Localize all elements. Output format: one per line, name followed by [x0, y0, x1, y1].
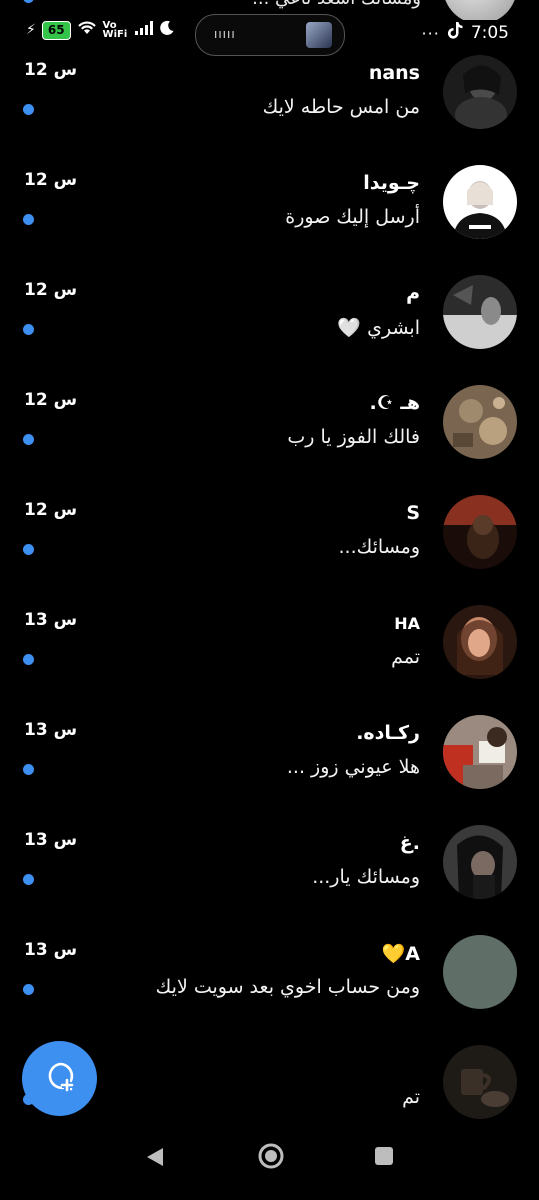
contact-name: ركـاده.	[356, 722, 420, 744]
message-time: 12 س	[24, 280, 78, 300]
contact-name: A💛	[381, 943, 420, 965]
status-right: ··· 7:05	[422, 22, 509, 44]
home-circle-icon[interactable]	[257, 1142, 285, 1174]
avatar	[443, 605, 517, 679]
message-time: 13 س	[24, 610, 78, 630]
message-preview: فالك الفوز يا رب	[287, 426, 420, 448]
message-preview: من امس حاطه لايك	[262, 96, 420, 118]
message-preview: تمم	[391, 646, 420, 668]
message-preview: ومسائك...	[338, 536, 420, 558]
unread-dot	[23, 874, 34, 885]
unread-dot	[23, 0, 34, 3]
avatar	[443, 165, 517, 239]
tiktok-icon	[447, 22, 463, 44]
contact-name: S	[406, 502, 420, 524]
wifi-icon	[77, 20, 97, 40]
audio-bars-icon: ııııı	[214, 27, 236, 41]
clock-time: 7:05	[470, 23, 509, 43]
unread-dot	[23, 984, 34, 995]
avatar	[443, 55, 517, 129]
system-navigation-bar	[0, 1136, 539, 1200]
unread-dot	[23, 104, 34, 115]
avatar	[443, 935, 517, 1009]
message-preview: تم	[402, 1086, 420, 1108]
vowifi-label: Vo WiFi	[102, 20, 128, 40]
message-preview: ابشري 🤍	[337, 317, 420, 339]
unread-dot	[23, 324, 34, 335]
message-time: 13 س	[24, 720, 78, 740]
unread-dot	[23, 544, 34, 555]
message-time: 12 س	[24, 170, 78, 190]
recent-square-icon[interactable]	[373, 1145, 395, 1171]
contact-name: nans	[368, 62, 420, 84]
signal-icon	[134, 21, 153, 39]
contact-name: HA	[394, 614, 420, 633]
conversation-row[interactable]: .غ ومسائك يار... 13 س	[0, 822, 539, 932]
unread-dot	[23, 434, 34, 445]
avatar	[443, 825, 517, 899]
conversation-row[interactable]: S ومسائك... 12 س	[0, 492, 539, 602]
dynamic-island-pill[interactable]: ııııı	[195, 14, 345, 56]
more-notifications-icon: ···	[421, 23, 440, 43]
contact-name: م	[406, 282, 420, 304]
clipped-preview: ومسائك اسعد ناعي ...	[252, 0, 421, 9]
new-message-button[interactable]	[22, 1041, 97, 1116]
message-preview: هلا عيوني زوز ...	[286, 756, 420, 778]
message-time: 12 س	[24, 390, 78, 410]
moon-icon	[159, 20, 175, 40]
media-thumbnail	[306, 22, 332, 48]
message-preview: ومسائك يار...	[312, 866, 420, 888]
contact-name: هـ ☪︎.	[369, 392, 420, 414]
avatar	[443, 495, 517, 569]
status-bar: ⚡ 65 Vo WiFi ııııı ··· 7:05	[0, 14, 539, 56]
message-preview: ومن حساب اخوي بعد سويت لايك	[155, 976, 420, 998]
conversation-list: nans من امس حاطه لايك 12 س چـويدا أرسل إ…	[0, 52, 539, 1152]
back-triangle-icon[interactable]	[143, 1145, 167, 1173]
new-message-plus-icon	[43, 1060, 77, 1098]
message-time: 12 س	[24, 500, 78, 520]
avatar	[443, 385, 517, 459]
contact-name: .غ	[399, 832, 420, 854]
message-time: 12 س	[24, 60, 78, 80]
status-left: ⚡ 65 Vo WiFi	[26, 20, 175, 40]
conversation-row[interactable]: HA تمم 13 س	[0, 602, 539, 712]
charging-icon: ⚡	[26, 22, 36, 38]
avatar	[443, 715, 517, 789]
conversation-row[interactable]: هـ ☪︎. فالك الفوز يا رب 12 س	[0, 382, 539, 492]
conversation-row[interactable]: م ابشري 🤍 12 س	[0, 272, 539, 382]
avatar	[443, 1045, 517, 1119]
message-time: 13 س	[24, 940, 78, 960]
conversation-row[interactable]: nans من امس حاطه لايك 12 س	[0, 52, 539, 162]
battery-indicator: 65	[41, 20, 71, 40]
message-time: 13 س	[24, 830, 78, 850]
conversation-row[interactable]: ركـاده. هلا عيوني زوز ... 13 س	[0, 712, 539, 822]
unread-dot	[23, 654, 34, 665]
conversation-row[interactable]: A💛 ومن حساب اخوي بعد سويت لايك 13 س	[0, 932, 539, 1042]
contact-name: چـويدا	[363, 172, 420, 194]
unread-dot	[23, 764, 34, 775]
unread-dot	[23, 214, 34, 225]
conversation-row[interactable]: چـويدا أرسل إليك صورة 12 س	[0, 162, 539, 272]
avatar	[443, 275, 517, 349]
message-preview: أرسل إليك صورة	[285, 206, 420, 228]
